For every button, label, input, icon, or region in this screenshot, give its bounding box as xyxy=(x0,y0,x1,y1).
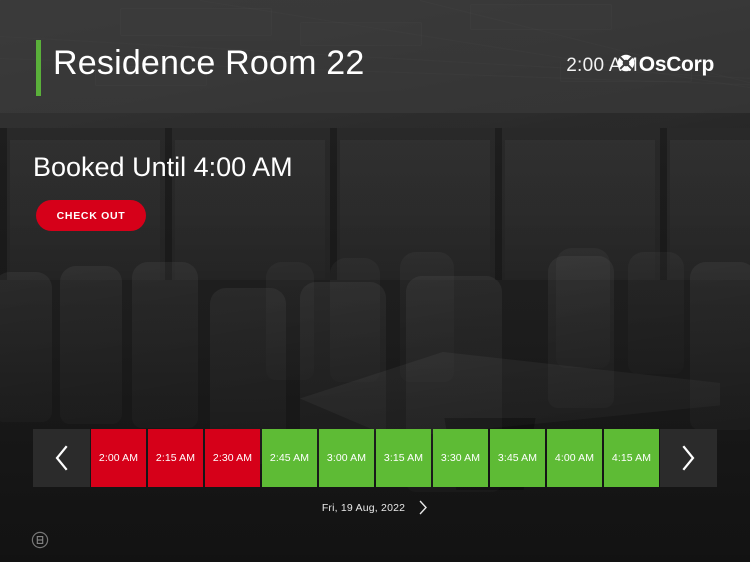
circle-b-icon[interactable] xyxy=(31,531,49,549)
timeslot-busy[interactable]: 2:00 AM xyxy=(91,429,146,487)
page-title: Residence Room 22 xyxy=(53,44,365,82)
timeslot-free[interactable]: 4:00 AM xyxy=(547,429,602,487)
date-navigation-bar: Fri, 19 Aug, 2022 xyxy=(0,500,750,515)
header-bar: Residence Room 22 2:00 AM OsCorp xyxy=(0,0,750,113)
lifebuoy-icon xyxy=(617,54,635,77)
timeslot-list: 2:00 AM 2:15 AM 2:30 AM 2:45 AM 3:00 AM 3:15 … xyxy=(90,429,660,487)
timeslot-free[interactable]: 3:30 AM xyxy=(433,429,488,487)
brand-name: OsCorp xyxy=(638,53,715,76)
chevron-right-icon xyxy=(682,445,695,471)
brand-logo: OsCorp xyxy=(617,53,714,77)
room-booking-display: Residence Room 22 2:00 AM OsCorp Booked … xyxy=(0,0,750,562)
timeslot-free[interactable]: 3:15 AM xyxy=(376,429,431,487)
title-accent-bar xyxy=(36,40,41,96)
current-date-label: Fri, 19 Aug, 2022 xyxy=(321,501,406,514)
timeslot-free[interactable]: 3:45 AM xyxy=(490,429,545,487)
timeslot-free[interactable]: 2:45 AM xyxy=(262,429,317,487)
timeline-next-button[interactable] xyxy=(660,429,717,487)
timeslot-busy[interactable]: 2:30 AM xyxy=(205,429,260,487)
date-next-chevron-right-icon[interactable] xyxy=(419,500,428,515)
chevron-left-icon xyxy=(55,445,68,471)
timeslot-free[interactable]: 4:15 AM xyxy=(604,429,659,487)
booking-status-headline: Booked Until 4:00 AM xyxy=(33,152,293,182)
check-out-button[interactable]: CHECK OUT xyxy=(36,200,146,231)
timeslot-busy[interactable]: 2:15 AM xyxy=(148,429,203,487)
timeline-strip: 2:00 AM 2:15 AM 2:30 AM 2:45 AM 3:00 AM 3:15 … xyxy=(33,429,717,487)
timeline-prev-button[interactable] xyxy=(33,429,90,487)
timeslot-free[interactable]: 3:00 AM xyxy=(319,429,374,487)
